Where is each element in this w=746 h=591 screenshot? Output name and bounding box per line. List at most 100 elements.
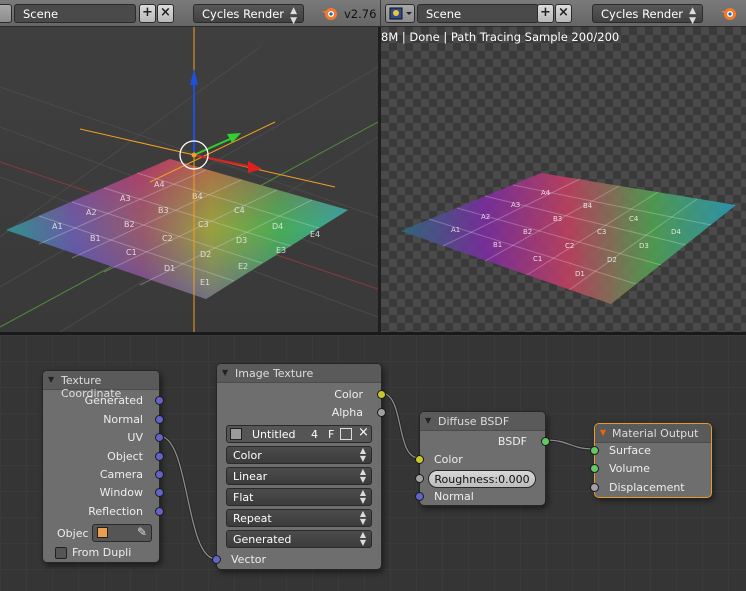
from-dupli-checkbox[interactable] xyxy=(55,547,67,559)
socket-surface-in[interactable] xyxy=(590,446,599,455)
projection-value: Flat xyxy=(233,491,254,504)
node-title: Material Output xyxy=(612,427,699,440)
socket-roughness-in[interactable] xyxy=(415,474,424,483)
dropdown-arrow-icon: ▲ ▼ xyxy=(689,6,696,26)
editor-type-button[interactable] xyxy=(385,4,415,23)
svg-text:A1: A1 xyxy=(451,226,460,234)
updown-arrow-icon: ▲ ▼ xyxy=(359,509,366,526)
add-scene-icon[interactable]: + xyxy=(537,4,554,23)
projection-select[interactable]: Flat ▲ ▼ xyxy=(226,488,372,506)
socket-displacement-in[interactable] xyxy=(590,483,599,492)
image-name[interactable]: Untitled xyxy=(252,428,296,441)
viewport-scene: A1A2 A3A4 B1B2 B3B4 C1C2 C3C4 D1D2 D3D4 … xyxy=(0,27,378,332)
socket-alpha-out[interactable] xyxy=(377,408,386,417)
editor-type-button[interactable] xyxy=(0,4,12,23)
svg-text:D3: D3 xyxy=(639,242,649,250)
scene-field[interactable]: Scene xyxy=(14,4,136,23)
output-alpha: Alpha xyxy=(331,406,363,419)
close-scene-icon[interactable]: × xyxy=(555,4,572,23)
collapse-triangle-icon[interactable]: ▼ xyxy=(48,375,54,384)
node-texture-coordinate[interactable]: ▼ Texture Coordinate Generated Normal UV… xyxy=(42,370,164,563)
svg-text:D4: D4 xyxy=(272,222,283,231)
open-image-icon[interactable] xyxy=(340,428,352,440)
node-header[interactable]: ▼ Material Output xyxy=(595,424,711,443)
output-uv: UV xyxy=(127,431,143,444)
updown-arrow-icon: ▲ ▼ xyxy=(359,446,366,463)
svg-text:D4: D4 xyxy=(671,228,681,236)
svg-text:B3: B3 xyxy=(158,206,169,215)
node-header[interactable]: ▼ Image Texture xyxy=(217,364,381,383)
socket-color-out[interactable] xyxy=(377,390,386,399)
socket-generated[interactable] xyxy=(155,396,164,405)
blender-logo-icon[interactable] xyxy=(321,5,338,22)
svg-text:B1: B1 xyxy=(90,234,101,243)
node-image-texture[interactable]: ▼ Image Texture Color Alpha Untitled 4 F… xyxy=(212,363,386,570)
source-select[interactable]: Generated ▲ ▼ xyxy=(226,530,372,548)
render-engine-dropdown[interactable]: Cycles Render ▲ ▼ xyxy=(592,4,703,26)
3d-viewport[interactable]: A1 A2 A3 A4 B1 B2 B3 B4 C1 C2 C3 C4 D1 D2 D3 D4 … xyxy=(0,27,378,332)
svg-text:E2: E2 xyxy=(238,262,248,271)
input-normal-label: Normal xyxy=(434,490,474,503)
render-result-view[interactable]: 8M | Done | Path Tracing Sample 200/200 … xyxy=(381,27,746,332)
node-header[interactable]: ▼ Texture Coordinate xyxy=(43,371,159,400)
scene-field[interactable]: Scene xyxy=(417,4,539,23)
updown-arrow-icon: ▲ ▼ xyxy=(359,488,366,505)
output-object: Object xyxy=(107,450,143,463)
svg-text:C1: C1 xyxy=(533,255,542,263)
image-browse-icon[interactable] xyxy=(230,428,242,440)
collapse-triangle-icon[interactable]: ▼ xyxy=(222,368,228,377)
version-label: v2.76 xyxy=(344,7,377,21)
svg-text:B4: B4 xyxy=(583,202,593,210)
collapse-triangle-icon[interactable]: ▼ xyxy=(425,416,431,425)
object-cube-icon xyxy=(97,527,108,538)
socket-bsdf-out[interactable] xyxy=(541,437,550,446)
header-right: Scene + × Cycles Render ▲ ▼ xyxy=(381,0,746,27)
fake-user-button[interactable]: F xyxy=(328,428,334,441)
updown-arrow-icon: ▲ ▼ xyxy=(359,467,366,484)
svg-text:C4: C4 xyxy=(629,215,639,223)
svg-text:A4: A4 xyxy=(541,189,551,197)
extension-select[interactable]: Repeat ▲ ▼ xyxy=(226,509,372,527)
socket-window[interactable] xyxy=(155,488,164,497)
unlink-image-icon[interactable]: × xyxy=(358,425,369,440)
socket-normal[interactable] xyxy=(155,415,164,424)
render-engine-dropdown[interactable]: Cycles Render ▲ ▼ xyxy=(193,4,304,26)
image-datablock[interactable]: Untitled 4 F × xyxy=(226,425,372,443)
socket-reflection[interactable] xyxy=(155,507,164,516)
color-space-select[interactable]: Color ▲ ▼ xyxy=(226,446,372,464)
svg-text:A2: A2 xyxy=(86,208,97,217)
node-header[interactable]: ▼ Diffuse BSDF xyxy=(420,412,545,431)
svg-text:D2: D2 xyxy=(200,250,211,259)
input-vector-label: Vector xyxy=(231,553,267,566)
interpolation-select[interactable]: Linear ▲ ▼ xyxy=(226,467,372,485)
eyedropper-icon[interactable]: ✎ xyxy=(137,525,147,539)
node-editor[interactable]: ▼ Texture Coordinate Generated Normal UV… xyxy=(0,335,746,591)
svg-text:D1: D1 xyxy=(164,264,175,273)
socket-volume-in[interactable] xyxy=(590,464,599,473)
socket-color-in[interactable] xyxy=(415,455,424,464)
image-users: 4 xyxy=(311,428,318,441)
socket-normal-in[interactable] xyxy=(415,492,424,501)
render-engine-label: Cycles Render xyxy=(202,7,285,21)
output-normal: Normal xyxy=(103,413,143,426)
collapse-triangle-icon[interactable]: ▼ xyxy=(600,428,606,437)
close-scene-icon[interactable]: × xyxy=(157,4,174,23)
socket-camera[interactable] xyxy=(155,470,164,479)
add-scene-icon[interactable]: + xyxy=(139,4,156,23)
roughness-slider[interactable]: Roughness:0.000 xyxy=(428,470,536,488)
rendered-plane: A1 A2 A3 A4 B1 B2 B3 B4 C1 C2 C3 C4 D1 D2 D3 D4 xyxy=(401,173,736,304)
svg-text:A3: A3 xyxy=(511,201,520,209)
socket-uv[interactable] xyxy=(155,433,164,442)
input-volume-label: Volume xyxy=(609,462,650,475)
svg-text:C3: C3 xyxy=(198,220,209,229)
image-editor-icon xyxy=(389,7,412,20)
socket-object[interactable] xyxy=(155,452,164,461)
node-diffuse-bsdf[interactable]: ▼ Diffuse BSDF BSDF Color Roughness:0.00… xyxy=(415,411,550,506)
svg-text:B1: B1 xyxy=(493,241,502,249)
socket-vector-in[interactable] xyxy=(212,555,221,564)
object-field[interactable]: ✎ xyxy=(92,524,152,542)
node-material-output[interactable]: ▼ Material Output Surface Volume Displac… xyxy=(590,423,712,498)
node-title: Image Texture xyxy=(235,367,314,380)
blender-logo-icon[interactable] xyxy=(720,5,737,22)
output-reflection: Reflection xyxy=(88,505,143,518)
